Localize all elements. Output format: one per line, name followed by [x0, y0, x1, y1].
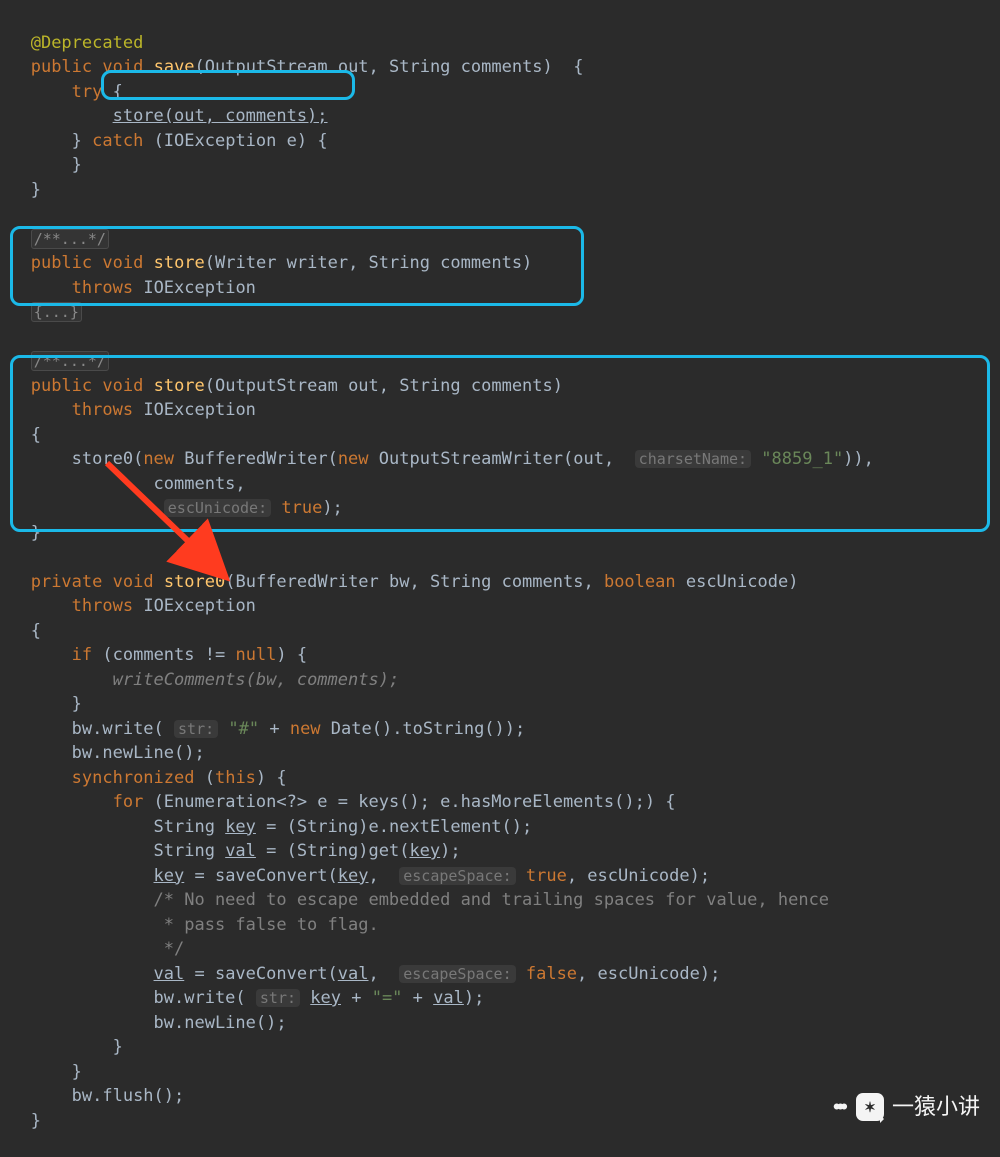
line: try { [0, 82, 123, 102]
line: private void store0(BufferedWriter bw, S… [0, 572, 798, 592]
line: throws IOException [0, 596, 256, 616]
line: bw.newLine(); [0, 743, 205, 763]
annotation: @Deprecated [31, 33, 144, 53]
param-hint-escUnicode: escUnicode: [164, 499, 271, 517]
method-store-os: store [154, 376, 205, 396]
line: } [0, 694, 82, 714]
line: comments, [0, 474, 246, 494]
line: writeComments(bw, comments); [0, 670, 399, 690]
line: } [0, 155, 82, 175]
line: String key = (String)e.nextElement(); [0, 817, 532, 837]
line: val = saveConvert(val, escapeSpace: fals… [0, 964, 720, 984]
param-hint-escapeSpace: escapeSpace: [399, 965, 515, 983]
line: /* No need to escape embedded and traili… [0, 890, 829, 910]
line: * pass false to flag. [0, 915, 379, 935]
method-store-writer: store [154, 253, 205, 273]
param-hint-str: str: [174, 720, 218, 738]
line: bw.newLine(); [0, 1013, 287, 1033]
line: /**...*/ [0, 351, 109, 371]
line: } [0, 1037, 123, 1057]
line: throws IOException [0, 400, 256, 420]
call-writeComments: writeComments(bw, comments); [113, 670, 400, 690]
line: public void store(Writer writer, String … [0, 253, 532, 273]
param-hint-str: str: [256, 989, 300, 1007]
line: bw.write( str: key + "=" + val); [0, 988, 484, 1008]
line: synchronized (this) { [0, 768, 287, 788]
line: @Deprecated [0, 33, 143, 53]
line: bw.write( str: "#" + new Date().toString… [0, 719, 525, 739]
javadoc-fold[interactable]: /**...*/ [31, 229, 109, 249]
line: } [0, 180, 41, 200]
line: } catch (IOException e) { [0, 131, 328, 151]
line: public void save(OutputStream out, Strin… [0, 57, 584, 77]
ellipsis-icon: ••• [833, 1095, 844, 1120]
line: { [0, 621, 41, 641]
line: String val = (String)get(key); [0, 841, 461, 861]
line: if (comments != null) { [0, 645, 307, 665]
param-hint-charsetName: charsetName: [635, 450, 751, 468]
line: { [0, 425, 41, 445]
line: store0(new BufferedWriter(new OutputStre… [0, 449, 874, 469]
blank-line [0, 204, 10, 224]
line: store(out, comments); [0, 106, 328, 126]
line: escUnicode: true); [0, 498, 343, 518]
blank-line [0, 327, 10, 347]
method-store0: store0 [164, 572, 225, 592]
call-store: store(out, comments); [113, 106, 328, 126]
line: */ [0, 939, 184, 959]
line: public void store(OutputStream out, Stri… [0, 376, 563, 396]
line: {...} [0, 302, 82, 322]
line: } [0, 1062, 82, 1082]
blank-line [0, 547, 10, 567]
line: key = saveConvert(key, escapeSpace: true… [0, 866, 710, 886]
method-body-fold[interactable]: {...} [31, 302, 82, 322]
watermark: ••• ✶ 一猿小讲 [833, 1093, 980, 1121]
watermark-text: 一猿小讲 [892, 1095, 980, 1120]
line: } [0, 1111, 41, 1131]
line: throws IOException [0, 278, 256, 298]
line: } [0, 523, 41, 543]
line: /**...*/ [0, 229, 109, 249]
code-editor[interactable]: @Deprecated public void save(OutputStrea… [0, 6, 1000, 1133]
line: for (Enumeration<?> e = keys(); e.hasMor… [0, 792, 676, 812]
param-hint-escapeSpace: escapeSpace: [399, 867, 515, 885]
javadoc-fold[interactable]: /**...*/ [31, 351, 109, 371]
wechat-icon: ✶ [856, 1093, 884, 1121]
line: bw.flush(); [0, 1086, 184, 1106]
method-save: save [154, 57, 195, 77]
